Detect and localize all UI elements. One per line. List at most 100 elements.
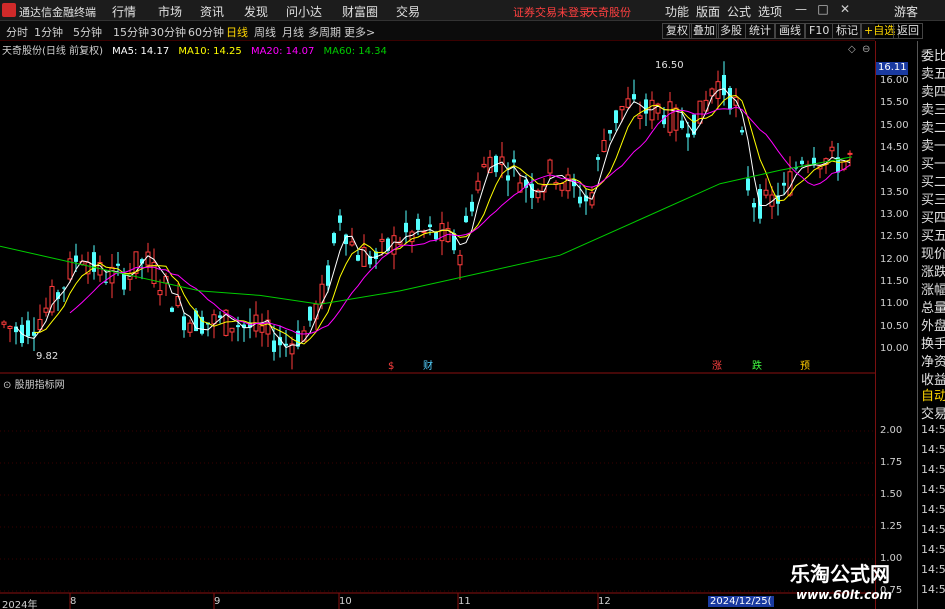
- tick-time: 14:56: [921, 483, 945, 496]
- candle-body: [625, 98, 631, 108]
- mark-button[interactable]: 标记: [832, 23, 862, 39]
- candle-body: [349, 241, 355, 246]
- trade-login-warning[interactable]: 证券交易未登录: [513, 4, 590, 20]
- tick-time: 14:56: [921, 543, 945, 556]
- candle-body: [487, 156, 493, 174]
- price-axis-label: 13.00: [880, 209, 909, 220]
- user-label[interactable]: 游客: [894, 3, 918, 20]
- period-5min[interactable]: 5分钟: [73, 24, 102, 40]
- current-price-tag: 16.11: [876, 62, 908, 75]
- menu-gongshi[interactable]: 公式: [727, 3, 751, 20]
- menu-caifuquan[interactable]: 财富圈: [342, 3, 378, 20]
- indicator-axis-label: 1.25: [880, 521, 903, 532]
- candle-body: [506, 175, 510, 181]
- candle-body: [565, 174, 571, 192]
- period-daily[interactable]: 日线: [226, 24, 248, 40]
- candle-body: [686, 133, 690, 138]
- date-label-year: 2024年: [2, 600, 38, 609]
- candle-body: [301, 330, 307, 342]
- menu-banmian[interactable]: 版面: [696, 3, 720, 20]
- menu-xuanxiang[interactable]: 选项: [758, 3, 782, 20]
- candle-body: [416, 218, 420, 230]
- menu-jiaoyi[interactable]: 交易: [396, 3, 420, 20]
- menu-gongneng[interactable]: 功能: [665, 3, 689, 20]
- price-axis-label: 10.50: [880, 320, 909, 332]
- price-axis: 16.11 16.00 15.50 15.00 14.50 14.00 13.50 13.0…: [875, 41, 917, 609]
- candle-body: [637, 115, 643, 119]
- period-multi[interactable]: 多周期: [308, 24, 341, 40]
- event-marker[interactable]: 跌: [752, 359, 762, 372]
- candle-body: [601, 140, 607, 152]
- candle-body: [26, 320, 30, 337]
- menu-wenxiaoda[interactable]: 问小达: [286, 3, 322, 20]
- period-1min[interactable]: 1分钟: [34, 24, 63, 40]
- period-30min[interactable]: 30分钟: [150, 24, 186, 40]
- period-monthly[interactable]: 月线: [282, 24, 304, 40]
- menu-hangqing[interactable]: 行情: [112, 3, 136, 20]
- event-marker[interactable]: $: [388, 361, 394, 372]
- period-60min[interactable]: 60分钟: [188, 24, 224, 40]
- kline-chart[interactable]: 16.50 9.82 $ 财 涨 跌 预: [0, 41, 875, 609]
- f10-button[interactable]: F10: [805, 23, 834, 39]
- period-fenshi[interactable]: 分时: [6, 24, 28, 40]
- event-marker[interactable]: 财: [423, 359, 433, 372]
- fuquan-button[interactable]: 复权: [662, 23, 692, 39]
- event-marker[interactable]: 预: [800, 360, 810, 372]
- candle-body: [104, 281, 108, 283]
- maximize-icon[interactable]: □: [815, 2, 831, 18]
- price-axis-label: 10.00: [880, 343, 909, 354]
- menu-shichang[interactable]: 市场: [158, 3, 182, 20]
- event-marker[interactable]: 涨: [712, 360, 722, 372]
- quote-field-label: 总量: [921, 301, 945, 316]
- tick-time: 14:56: [921, 423, 945, 436]
- period-weekly[interactable]: 周线: [254, 24, 276, 40]
- stats-button[interactable]: 统计: [745, 23, 775, 39]
- low-price-label: 9.82: [36, 351, 58, 362]
- overlay-button[interactable]: 叠加: [689, 23, 719, 39]
- price-axis-label: 12.00: [880, 253, 909, 265]
- menu-faxian[interactable]: 发现: [244, 3, 268, 20]
- candle-body: [740, 130, 744, 133]
- quote-field-label: 买三: [921, 193, 945, 208]
- price-axis-label: 14.50: [880, 142, 909, 153]
- draw-line-button[interactable]: 画线: [775, 23, 805, 39]
- minimize-icon[interactable]: —: [793, 2, 809, 18]
- tab-auto[interactable]: 自动: [921, 385, 945, 404]
- moving-averages-layer: [0, 88, 853, 349]
- tick-time: 14:56: [921, 563, 945, 576]
- candle-body: [434, 232, 438, 240]
- candle-body: [182, 316, 186, 331]
- candle-body: [457, 254, 463, 266]
- period-more[interactable]: 更多>: [344, 24, 375, 40]
- quote-field-label: 买一: [921, 157, 945, 172]
- tick-time: 14:56: [921, 583, 945, 596]
- watermark-url: www.60lt.com: [796, 588, 893, 602]
- quote-field-label: 买五: [921, 229, 945, 244]
- candles-layer: [1, 61, 853, 370]
- indicator-axis-label: 1.50: [880, 489, 903, 500]
- candle-body: [763, 189, 769, 196]
- period-15min[interactable]: 15分钟: [113, 24, 149, 40]
- quote-field-label: 现价: [921, 247, 945, 262]
- price-axis-label: 15.00: [880, 119, 909, 131]
- price-axis-label: 14.00: [880, 164, 909, 176]
- candle-body: [619, 105, 625, 111]
- tab-trade[interactable]: 交易: [921, 403, 945, 422]
- tick-time: 14:56: [921, 463, 945, 476]
- date-axis: 2024年 8 9 10 11 12 2024/12/25(: [0, 596, 875, 609]
- indicator-title: ⊙ 股朋指标网: [3, 376, 65, 391]
- menu-zixun[interactable]: 资讯: [200, 3, 224, 20]
- back-button[interactable]: 返回: [893, 23, 923, 39]
- close-icon[interactable]: ✕: [837, 2, 853, 18]
- candle-body: [614, 110, 618, 124]
- app-logo-icon: [2, 3, 16, 17]
- candle-body: [236, 325, 240, 328]
- tick-time: 14:56: [921, 443, 945, 456]
- candle-body: [404, 222, 408, 233]
- candle-body: [229, 327, 235, 333]
- quote-field-label: 卖一: [921, 139, 945, 154]
- price-axis-label: 12.50: [880, 231, 909, 243]
- candle-body: [259, 325, 265, 333]
- candle-body: [847, 152, 853, 155]
- multi-stock-button[interactable]: 多股: [716, 23, 746, 39]
